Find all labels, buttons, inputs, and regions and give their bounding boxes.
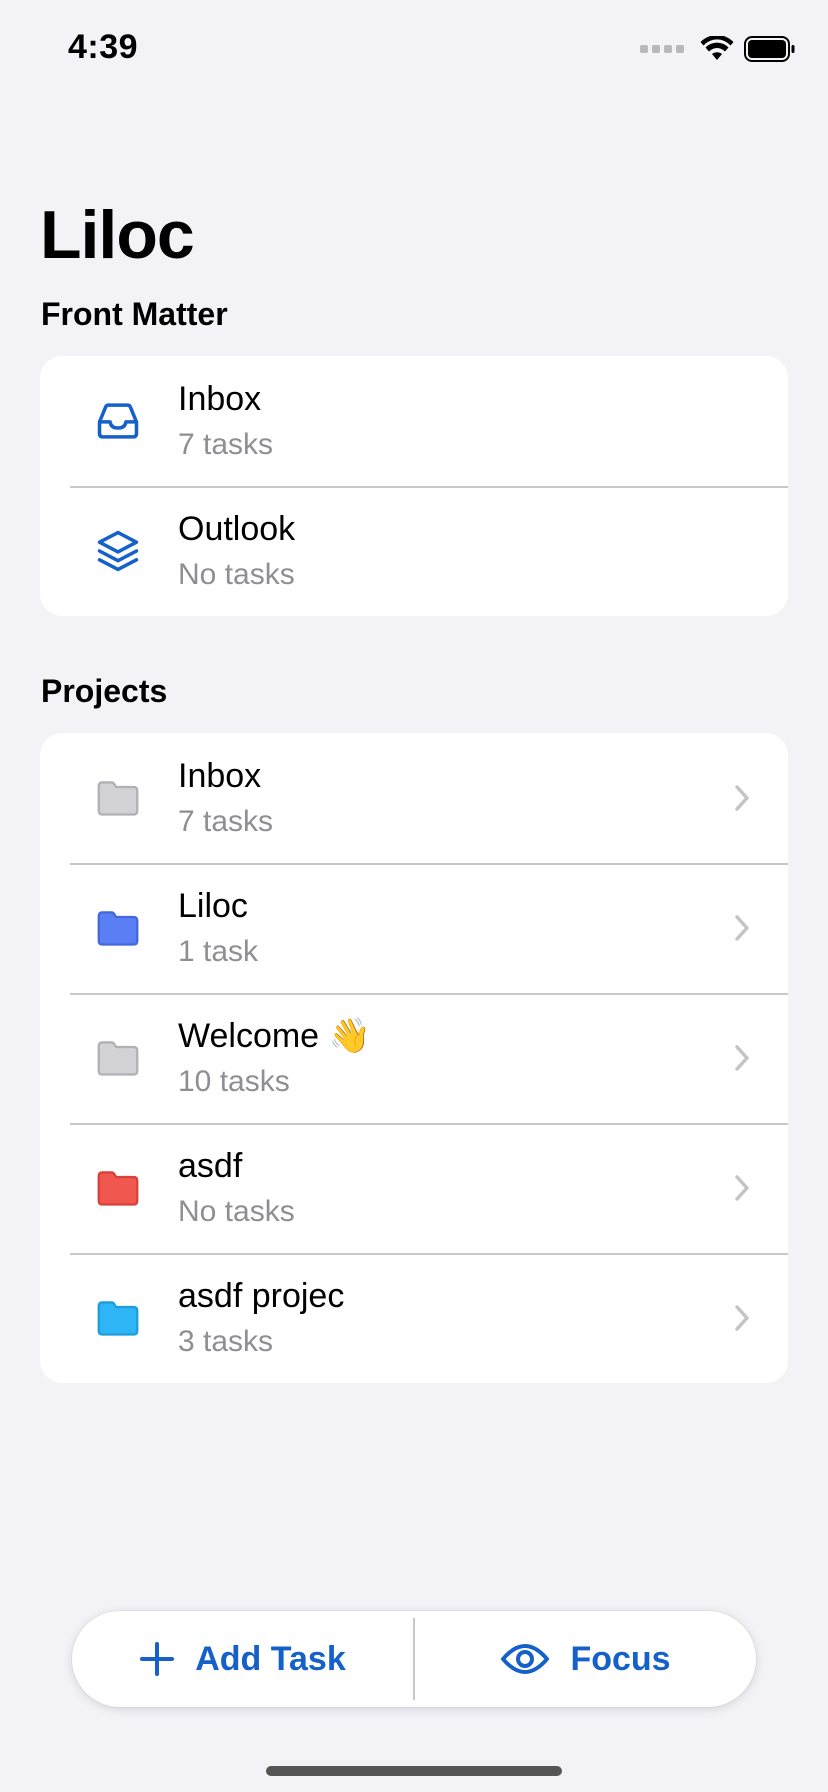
item-task-count: 3 tasks <box>178 1325 274 1358</box>
item-task-count: 10 tasks <box>178 1065 290 1098</box>
inbox-tray-icon <box>97 403 139 439</box>
folder-icon <box>97 911 139 946</box>
item-task-count: 1 task <box>178 935 259 968</box>
project-item-asdf[interactable]: asdf No tasks <box>40 1123 788 1253</box>
item-title: Welcome 👋 <box>178 1017 371 1055</box>
project-item-liloc[interactable]: Liloc 1 task <box>40 863 788 993</box>
item-title: Liloc <box>178 887 248 925</box>
plus-icon <box>140 1642 175 1676</box>
status-icons <box>640 36 796 62</box>
project-item-asdf-projec[interactable]: asdf projec 3 tasks <box>40 1253 788 1383</box>
home-indicator <box>266 1766 562 1776</box>
focus-label: Focus <box>570 1639 671 1678</box>
eye-icon <box>501 1644 550 1674</box>
item-title: Inbox <box>178 757 262 795</box>
battery-icon <box>744 36 795 62</box>
screen: 4:39 Liloc Front Matter Inbox 7 tasks Ou… <box>0 0 828 1792</box>
item-title: asdf projec <box>178 1277 345 1315</box>
front-matter-item-inbox[interactable]: Inbox 7 tasks <box>40 356 788 486</box>
item-title: asdf <box>178 1147 243 1185</box>
add-task-button[interactable]: Add Task <box>72 1611 413 1707</box>
item-title: Inbox <box>178 380 262 418</box>
front-matter-item-outlook[interactable]: Outlook No tasks <box>40 486 788 616</box>
folder-icon <box>97 781 139 816</box>
stack-layers-icon <box>97 530 139 572</box>
chevron-right-icon <box>735 1305 749 1331</box>
bottom-action-bar: Add Task Focus <box>72 1611 756 1707</box>
chevron-right-icon <box>735 1175 749 1201</box>
projects-list: Inbox 7 tasks Liloc 1 task Welcome 👋 10 … <box>40 733 788 1383</box>
add-task-label: Add Task <box>195 1639 346 1678</box>
item-task-count: 7 tasks <box>178 428 274 461</box>
chevron-right-icon <box>735 915 749 941</box>
front-matter-list: Inbox 7 tasks Outlook No tasks <box>40 356 788 616</box>
item-task-count: 7 tasks <box>178 805 274 838</box>
project-item-inbox[interactable]: Inbox 7 tasks <box>40 733 788 863</box>
wifi-icon <box>700 36 734 60</box>
project-item-welcome[interactable]: Welcome 👋 10 tasks <box>40 993 788 1123</box>
item-task-count: No tasks <box>178 558 295 591</box>
folder-icon <box>97 1041 139 1076</box>
item-title: Outlook <box>178 510 296 548</box>
chevron-right-icon <box>735 1045 749 1071</box>
chevron-right-icon <box>735 785 749 811</box>
cellular-signal-icon <box>640 45 684 53</box>
section-header-front-matter: Front Matter <box>41 296 228 332</box>
status-time: 4:39 <box>68 28 139 66</box>
page-title: Liloc <box>40 197 195 273</box>
folder-icon <box>97 1301 139 1336</box>
focus-button[interactable]: Focus <box>415 1611 756 1707</box>
item-task-count: No tasks <box>178 1195 295 1228</box>
folder-icon <box>97 1171 139 1206</box>
section-header-projects: Projects <box>41 673 168 709</box>
